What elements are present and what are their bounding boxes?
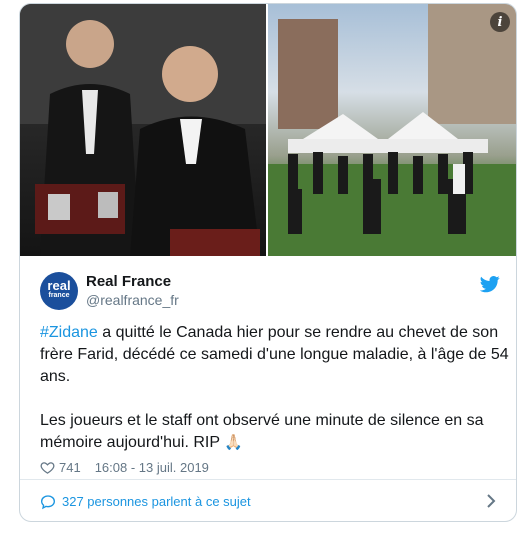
info-icon[interactable]: i <box>490 12 510 32</box>
avatar-line1: real <box>47 278 71 293</box>
photo-left-illustration <box>20 4 266 256</box>
twitter-bird-icon[interactable] <box>480 274 500 294</box>
heart-icon[interactable] <box>40 460 55 475</box>
photo-left[interactable] <box>20 4 266 256</box>
praying-hands-emoji: 🙏🏻 <box>224 434 243 451</box>
author-handle[interactable]: @realfrance_fr <box>86 292 179 308</box>
tweet-text: #Zidane a quitté le Canada hier pour se … <box>40 322 510 454</box>
photo-right-illustration <box>268 4 516 256</box>
tweet-header: real france Real France @realfrance_fr <box>40 272 500 312</box>
paragraph1-text: a quitté le Canada hier pour se rendre a… <box>40 324 509 385</box>
avatar-line2: france <box>48 292 70 299</box>
author-name[interactable]: Real France <box>86 273 171 290</box>
tweet-paragraph-2: Les joueurs et le staff ont observé une … <box>40 410 510 454</box>
tweet-paragraph-1: #Zidane a quitté le Canada hier pour se … <box>40 322 510 388</box>
speech-bubble-icon <box>40 494 56 509</box>
like-count[interactable]: 741 <box>59 460 81 475</box>
avatar[interactable]: real france <box>40 272 78 310</box>
tweet-card[interactable]: i real france Real France @realfrance_fr… <box>19 3 517 522</box>
tweet-timestamp[interactable]: 16:08 - 13 juil. 2019 <box>95 460 209 475</box>
chevron-right-icon[interactable] <box>484 493 498 509</box>
conversation-link[interactable]: 327 personnes parlent à ce sujet <box>20 480 516 521</box>
paragraph2-text: Les joueurs et le staff ont observé une … <box>40 412 484 451</box>
hashtag-link[interactable]: #Zidane <box>40 324 98 341</box>
photo-right[interactable]: i <box>268 4 516 256</box>
conversation-label[interactable]: 327 personnes parlent à ce sujet <box>62 494 251 509</box>
tweet-media: i <box>20 4 516 256</box>
tweet-meta: 741 16:08 - 13 juil. 2019 <box>40 460 209 475</box>
